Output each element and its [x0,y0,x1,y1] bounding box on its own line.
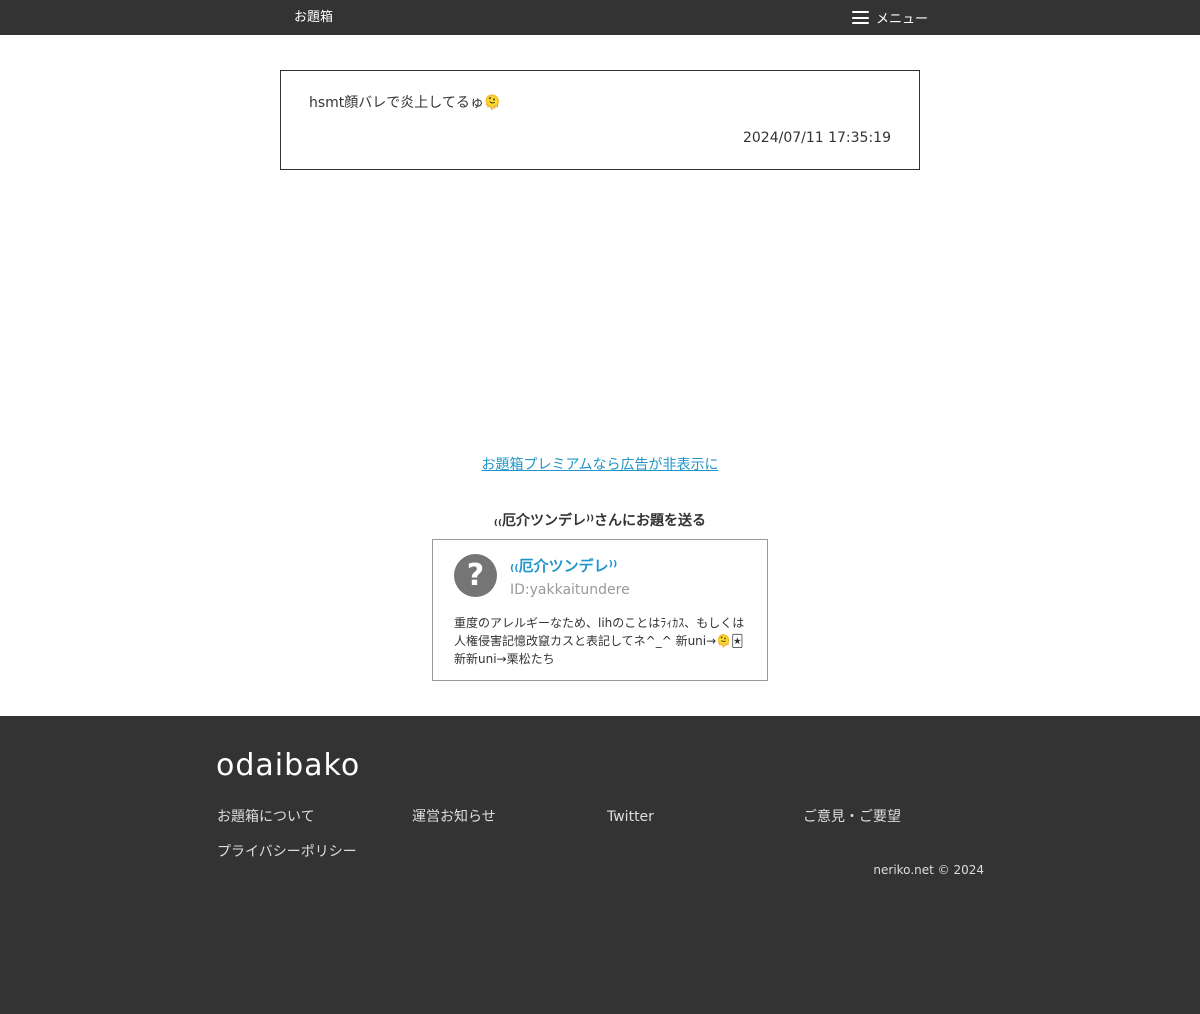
profile-bio: 重度のアレルギーなため、lihのことはﾗｨｶｽ、もしくは人権侵害記憶改竄カスと表… [454,616,745,666]
profile-name[interactable]: ₍₍厄介ツンデレ⁾⁾ [510,556,617,576]
footer-link-feedback[interactable]: ご意見・ご要望 [803,808,901,826]
brand-link[interactable]: お題箱 [294,9,333,26]
footer-link-about[interactable]: お題箱について [217,808,315,826]
profile-card[interactable]: ? ₍₍厄介ツンデレ⁾⁾ ID:yakkaitundere 重度のアレルギーなた… [432,539,768,681]
profile-id: ID:yakkaitundere [510,582,630,598]
question-text: hsmt顔バレで炎上してるゅ🫠 [309,95,502,111]
premium-link-wrapper: お題箱プレミアムなら広告が非表示に [0,456,1200,474]
footer-logo: odaibako [216,748,361,783]
menu-button[interactable]: メニュー [852,9,929,27]
header-bar: お題箱 メニュー [0,0,1200,35]
footer-link-twitter[interactable]: Twitter [607,808,654,826]
footer-link-privacy[interactable]: プライバシーポリシー [217,843,357,861]
footer: odaibako お題箱について 運営お知らせ Twitter ご意見・ご要望 … [0,716,1200,1014]
premium-link[interactable]: お題箱プレミアムなら広告が非表示に [481,457,718,473]
question-card: hsmt顔バレで炎上してるゅ🫠 2024/07/11 17:35:19 [280,70,920,170]
avatar: ? [454,554,497,597]
question-date: 2024/07/11 17:35:19 [742,130,891,146]
hamburger-icon [852,11,869,24]
copyright: neriko.net © 2024 [873,863,984,877]
menu-label: メニュー [876,12,929,27]
send-title: ₍₍厄介ツンデレ⁾⁾さんにお題を送る [493,513,707,529]
footer-link-news[interactable]: 運営お知らせ [412,808,496,826]
